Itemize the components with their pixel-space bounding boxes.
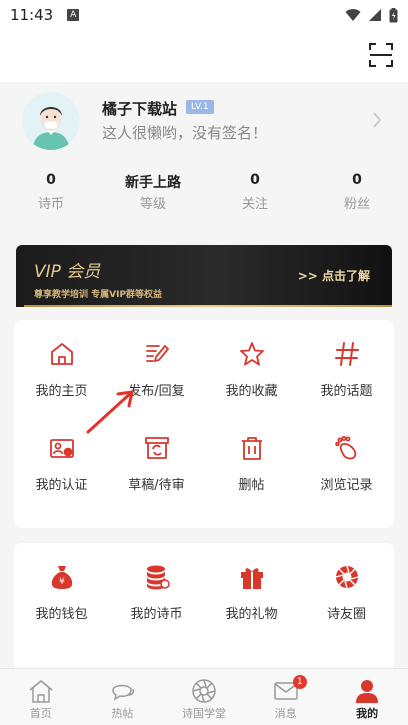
chevron-right-icon bbox=[373, 112, 382, 128]
draft-box-icon bbox=[144, 437, 169, 459]
status-time: 11:43 bbox=[10, 6, 54, 24]
menu-item-label: 我的认证 bbox=[35, 478, 88, 493]
menu-item-favorites[interactable]: 我的收藏 bbox=[204, 340, 299, 434]
tab-home[interactable]: 首页 bbox=[0, 669, 82, 725]
status-notification-icon: A bbox=[67, 9, 80, 21]
footprint-icon bbox=[334, 436, 356, 460]
level-badge: LV.1 bbox=[186, 100, 214, 114]
signal-icon bbox=[369, 9, 381, 21]
menu-item-certification[interactable]: 我的认证 bbox=[14, 434, 109, 528]
chat-bubble-icon bbox=[112, 684, 135, 701]
stat-following[interactable]: 0 关注 bbox=[204, 172, 306, 212]
tab-label: 热帖 bbox=[111, 707, 134, 720]
tab-me[interactable]: 我的 bbox=[326, 669, 408, 725]
vip-gold-line bbox=[24, 305, 392, 307]
tab-academy[interactable]: 诗国学堂 bbox=[163, 669, 245, 725]
home-tab-icon bbox=[29, 680, 53, 703]
stat-value: 新手上路 bbox=[125, 175, 181, 191]
stat-level[interactable]: 新手上路 等级 bbox=[102, 172, 204, 212]
menu-item-my-homepage[interactable]: 我的主页 bbox=[14, 340, 109, 434]
aperture-tab-icon bbox=[192, 679, 216, 703]
id-card-icon bbox=[49, 439, 74, 458]
avatar[interactable] bbox=[22, 92, 80, 150]
stat-label: 诗币 bbox=[37, 197, 64, 212]
tab-messages[interactable]: 1 消息 bbox=[245, 669, 327, 725]
battery-icon bbox=[389, 7, 398, 22]
menu-item-label: 删帖 bbox=[238, 478, 265, 493]
top-bar bbox=[0, 30, 408, 82]
tab-label: 消息 bbox=[274, 707, 297, 720]
tab-label: 诗国学堂 bbox=[181, 707, 226, 720]
menu-item-poet-circle[interactable]: 诗友圈 bbox=[299, 563, 394, 657]
menu-item-history[interactable]: 浏览记录 bbox=[299, 434, 394, 528]
status-icons bbox=[345, 7, 398, 23]
user-name: 橘子下载站 bbox=[102, 100, 178, 118]
menu-item-label: 发布/回复 bbox=[128, 384, 185, 399]
coins-icon bbox=[146, 565, 170, 590]
menu-item-posts-replies[interactable]: 发布/回复 bbox=[109, 340, 204, 434]
stat-value: 0 bbox=[352, 172, 362, 188]
tab-label: 我的 bbox=[356, 707, 379, 720]
user-signature: 这人很懒哟，没有签名！ bbox=[102, 124, 268, 142]
menu-item-label: 浏览记录 bbox=[320, 478, 373, 493]
hashtag-icon bbox=[334, 342, 359, 366]
stat-coins[interactable]: 0 诗币 bbox=[0, 172, 102, 212]
vip-learn-more-link[interactable]: >> 点击了解 bbox=[298, 267, 370, 284]
edit-icon bbox=[145, 344, 169, 363]
vip-title: VIP 会员 bbox=[34, 262, 101, 282]
vip-subtitle: 尊享教学培训 专属VIP群等权益 bbox=[34, 290, 163, 300]
star-icon bbox=[239, 342, 264, 366]
menu-item-coins[interactable]: 我的诗币 bbox=[109, 563, 204, 657]
stat-label: 粉丝 bbox=[343, 197, 370, 212]
menu-card-assets: ¥ 我的钱包 我的诗币 我的礼物 诗友圈 bbox=[14, 543, 394, 673]
menu-item-label: 我的主页 bbox=[35, 384, 88, 399]
menu-item-label: 我的收藏 bbox=[225, 384, 278, 399]
aperture-icon bbox=[335, 565, 358, 589]
user-icon bbox=[356, 680, 379, 703]
menu-item-label: 草稿/待审 bbox=[128, 478, 185, 493]
home-icon bbox=[50, 343, 73, 365]
stat-label: 等级 bbox=[139, 197, 166, 212]
tab-label: 首页 bbox=[29, 707, 52, 720]
menu-item-wallet[interactable]: ¥ 我的钱包 bbox=[14, 563, 109, 657]
stat-value: 0 bbox=[250, 172, 260, 188]
tab-hot-posts[interactable]: 热帖 bbox=[82, 669, 164, 725]
menu-item-gifts[interactable]: 我的礼物 bbox=[204, 563, 299, 657]
avatar-image bbox=[22, 92, 80, 150]
vip-banner[interactable]: VIP 会员 尊享教学培训 专属VIP群等权益 >> 点击了解 bbox=[16, 245, 392, 307]
money-bag-icon: ¥ bbox=[51, 566, 72, 589]
message-count-badge: 1 bbox=[292, 675, 307, 689]
menu-item-label: 我的话题 bbox=[320, 384, 373, 399]
status-bar: 11:43 A bbox=[0, 0, 408, 30]
svg-text:¥: ¥ bbox=[59, 577, 65, 587]
stat-label: 关注 bbox=[241, 197, 268, 212]
stat-followers[interactable]: 0 粉丝 bbox=[306, 172, 408, 212]
menu-item-drafts[interactable]: 草稿/待审 bbox=[109, 434, 204, 528]
menu-card-main: 我的主页 发布/回复 我的收藏 我的话题 我的认证 草稿/待审 删帖 浏览记录 bbox=[14, 320, 394, 528]
wifi-icon bbox=[345, 9, 361, 21]
menu-item-topics[interactable]: 我的话题 bbox=[299, 340, 394, 434]
menu-item-label: 诗友圈 bbox=[326, 607, 366, 622]
menu-item-label: 我的礼物 bbox=[225, 607, 278, 622]
menu-item-deleted-posts[interactable]: 删帖 bbox=[204, 434, 299, 528]
menu-item-label: 我的诗币 bbox=[130, 607, 183, 622]
profile-stats: 0 诗币 新手上路 等级 0 关注 0 粉丝 bbox=[0, 172, 408, 212]
gift-icon bbox=[240, 568, 263, 589]
scan-icon[interactable] bbox=[368, 42, 394, 68]
bottom-tab-bar: 首页 热帖 诗国学堂 1 消息 我的 bbox=[0, 668, 408, 725]
profile-section[interactable]: 橘子下载站 LV.1 这人很懒哟，没有签名！ 0 诗币 新手上路 等级 0 关注… bbox=[0, 82, 408, 234]
menu-item-label: 我的钱包 bbox=[35, 607, 88, 622]
trash-icon bbox=[241, 437, 262, 460]
stat-value: 0 bbox=[46, 172, 56, 188]
